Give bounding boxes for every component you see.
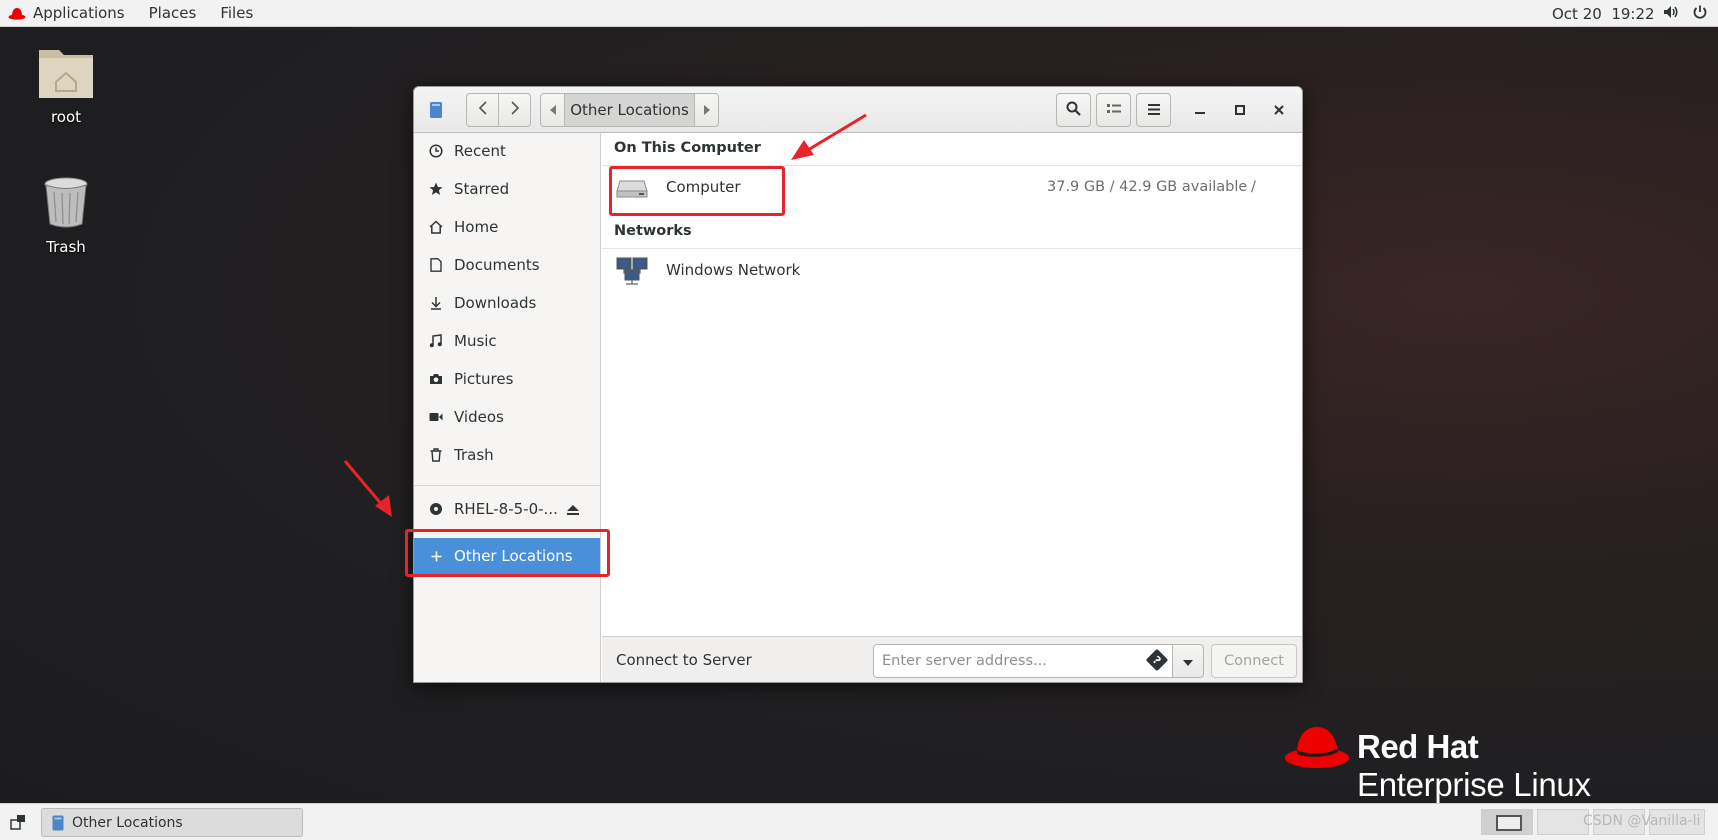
- workspace-2[interactable]: [1537, 809, 1589, 835]
- redhat-logo-line2: Enterprise Linux: [1357, 766, 1591, 803]
- bottom-taskbar: Other Locations: [0, 803, 1718, 840]
- redhat-logo: [1284, 724, 1350, 776]
- workspace-window-thumb: [1496, 815, 1522, 831]
- taskbar-window-label: Other Locations: [72, 814, 183, 831]
- show-desktop-icon[interactable]: [10, 814, 26, 834]
- files-app-icon: [52, 815, 64, 831]
- arrow-to-computer: [791, 113, 867, 160]
- redhat-hat-icon: [1284, 727, 1350, 776]
- workspace-1[interactable]: [1481, 809, 1533, 835]
- watermark: CSDN @Vanilla-li: [1583, 813, 1701, 829]
- redhat-logo-line1: Red Hat: [1357, 728, 1479, 765]
- annotation-arrows: [343, 113, 867, 517]
- arrow-to-other-locations: [343, 460, 392, 517]
- taskbar-window-button[interactable]: Other Locations: [41, 808, 303, 837]
